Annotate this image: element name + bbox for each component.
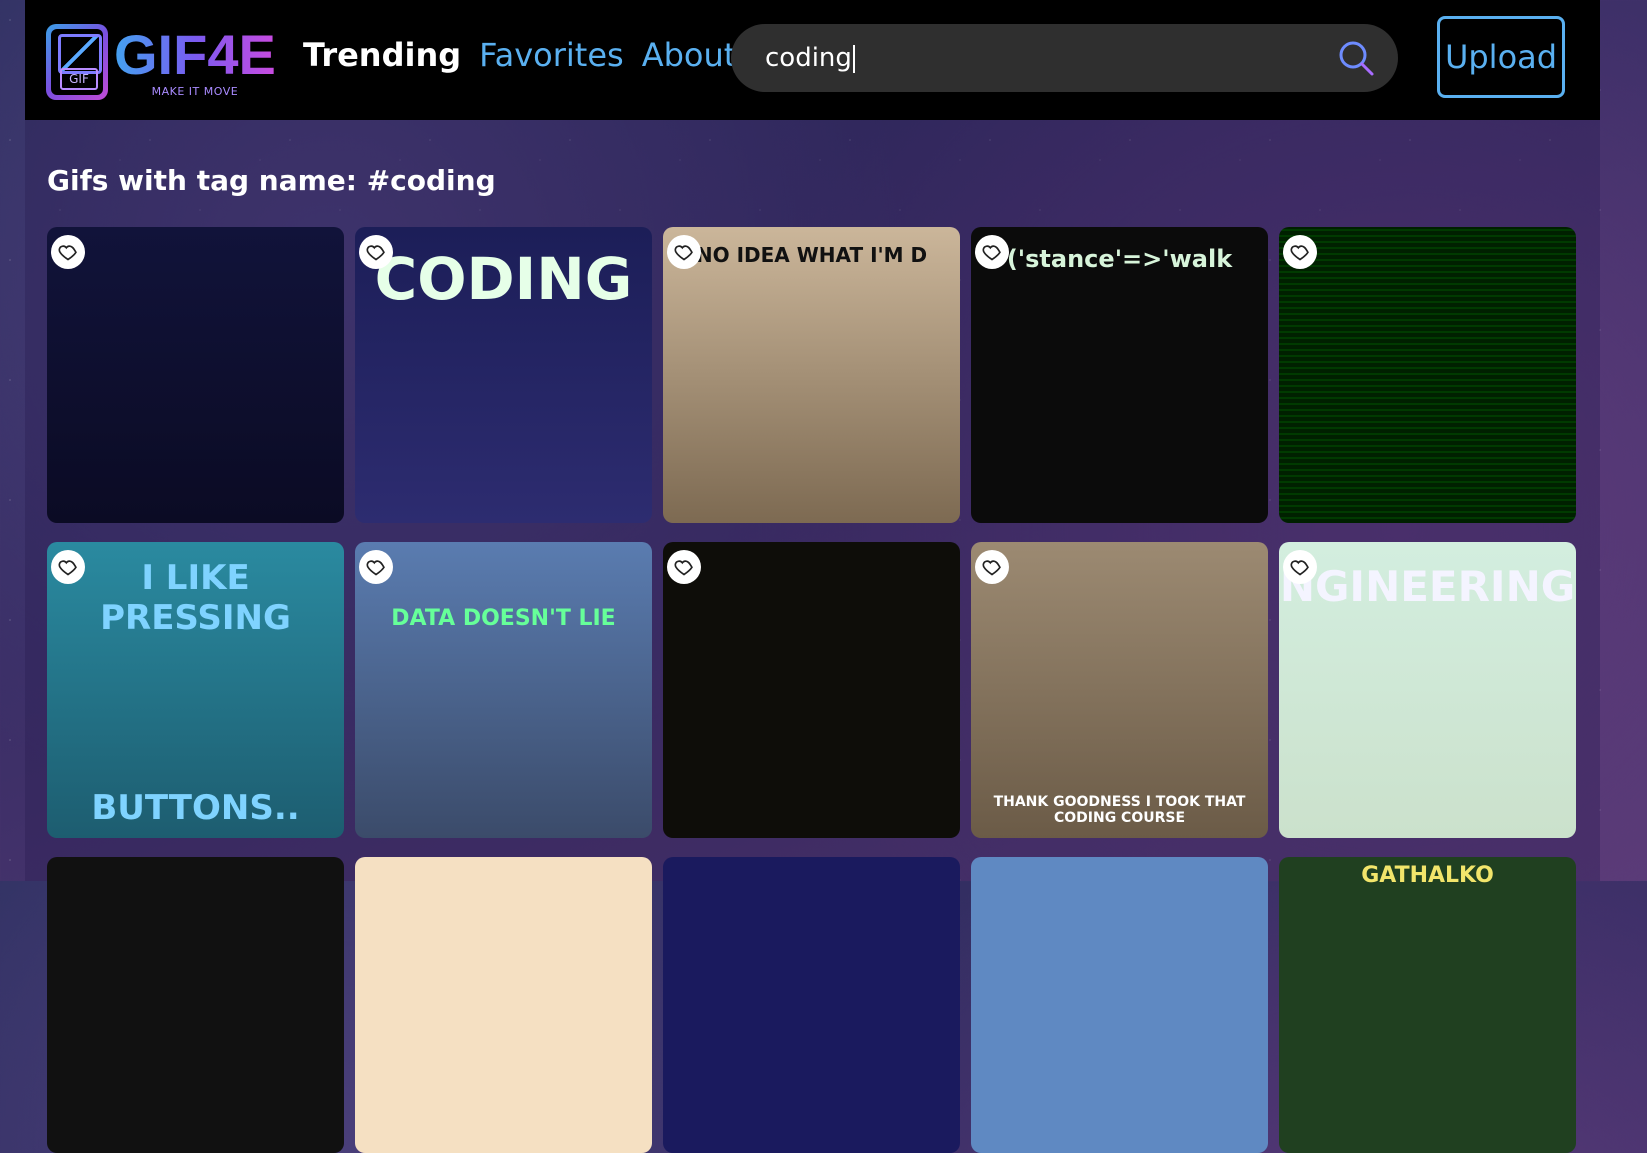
upload-button[interactable]: Upload (1437, 16, 1565, 98)
gif-card[interactable] (47, 857, 344, 1153)
main-nav: Trending Favorites About (303, 35, 736, 75)
gif-card[interactable]: GATHALKO (1279, 857, 1576, 1153)
gif-grid: CODING NO IDEA WHAT I'M D ('stance'=>'wa… (47, 227, 1577, 1153)
gif-caption: DATA DOESN'T LIE (391, 606, 616, 631)
nav-about[interactable]: About (642, 35, 737, 75)
favorite-heart-icon[interactable] (51, 235, 85, 269)
logo-subtitle: MAKE IT MOVE (151, 84, 239, 98)
gif-card[interactable]: CODING (355, 227, 652, 523)
gif-card[interactable] (1279, 227, 1576, 523)
gif-card[interactable] (355, 857, 652, 1153)
gif-card[interactable]: I LIKE PRESSING BUTTONS.. (47, 542, 344, 838)
app-container: GIF GIF4E MAKE IT MOVE Trending Favorite… (25, 0, 1600, 1153)
gif-caption: CODING (374, 245, 633, 313)
search-input[interactable]: coding (731, 24, 1398, 92)
gif-caption: NO IDEA WHAT I'M D (695, 243, 928, 267)
gif-card[interactable] (663, 542, 960, 838)
gif-caption: THANK GOODNESS I TOOK THAT CODING COURSE (993, 794, 1246, 826)
logo[interactable]: GIF GIF4E MAKE IT MOVE (46, 22, 309, 102)
page-title: Gifs with tag name: #coding (47, 164, 496, 197)
nav-favorites[interactable]: Favorites (479, 35, 624, 75)
gif-caption: I LIKE PRESSING (100, 558, 291, 638)
gif-caption: GATHALKO (1361, 863, 1494, 888)
gif-card[interactable]: DATA DOESN'T LIE (355, 542, 652, 838)
search-icon[interactable] (1336, 38, 1376, 78)
gif-card[interactable]: THANK GOODNESS I TOOK THAT CODING COURSE (971, 542, 1268, 838)
top-header: GIF GIF4E MAKE IT MOVE Trending Favorite… (25, 0, 1600, 120)
logo-badge-icon: GIF (46, 24, 108, 100)
favorite-heart-icon[interactable] (975, 550, 1009, 584)
gif-card[interactable]: ('stance'=>'walk (971, 227, 1268, 523)
favorite-heart-icon[interactable] (667, 550, 701, 584)
gif-caption-2: BUTTONS.. (91, 788, 300, 828)
favorite-heart-icon[interactable] (359, 550, 393, 584)
logo-badge-text: GIF (60, 68, 98, 90)
favorite-heart-icon[interactable] (975, 235, 1009, 269)
favorite-heart-icon[interactable] (359, 235, 393, 269)
gif-card[interactable] (47, 227, 344, 523)
favorite-heart-icon[interactable] (1283, 550, 1317, 584)
favorite-heart-icon[interactable] (51, 550, 85, 584)
gif-caption: NGINEERING (1279, 562, 1576, 611)
gif-card[interactable]: NGINEERING (1279, 542, 1576, 838)
nav-trending[interactable]: Trending (303, 35, 461, 75)
gif-card[interactable]: NO IDEA WHAT I'M D (663, 227, 960, 523)
favorite-heart-icon[interactable] (667, 235, 701, 269)
search-value: coding (765, 43, 855, 73)
gif-card[interactable] (971, 857, 1268, 1153)
logo-title: GIF4E (114, 22, 276, 86)
favorite-heart-icon[interactable] (1283, 235, 1317, 269)
gif-caption: ('stance'=>'walk (1006, 245, 1233, 273)
gif-card[interactable] (663, 857, 960, 1153)
